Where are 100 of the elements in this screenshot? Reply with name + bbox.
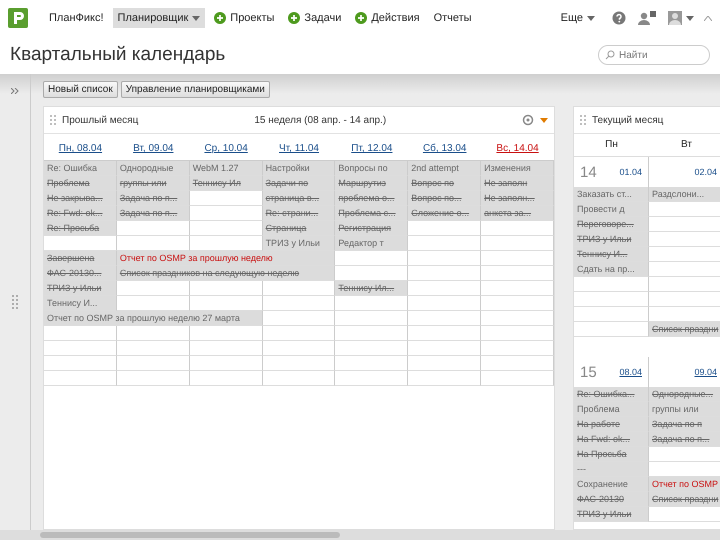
- day-link[interactable]: Вс, 14.04: [496, 143, 539, 154]
- event-cell[interactable]: Список праздников на следующую неделю: [116, 266, 336, 281]
- event-cell[interactable]: Сдать на пр...: [574, 262, 649, 277]
- event-cell[interactable]: ФАС-20130...: [44, 266, 117, 281]
- more-menu[interactable]: Еще: [556, 8, 600, 28]
- nav-link[interactable]: Задачи: [283, 8, 346, 28]
- event-cell[interactable]: Однородные: [116, 161, 190, 176]
- weekday-label: Пн: [574, 134, 649, 157]
- event-cell[interactable]: ТРИЗ у Ильи: [262, 236, 336, 251]
- event-cell[interactable]: Отчет по OSMP: [649, 477, 720, 492]
- event-cell[interactable]: WebM 1.27: [190, 161, 263, 176]
- event-cell[interactable]: Задача по п...: [116, 206, 190, 221]
- panel-title: Текущий месяц: [592, 114, 664, 126]
- day-link[interactable]: Ср, 10.04: [204, 143, 248, 154]
- event-cell[interactable]: Отчет по OSMP за прошлую неделю: [116, 251, 336, 266]
- event-cell[interactable]: ---: [574, 462, 649, 477]
- event-cell[interactable]: страница в...: [262, 191, 336, 206]
- event-cell[interactable]: Проблема с...: [335, 206, 408, 221]
- event-cell[interactable]: Не заполн: [481, 176, 554, 191]
- event-cell[interactable]: Re: Просьба: [44, 221, 117, 236]
- day-link[interactable]: Чт, 11.04: [279, 143, 319, 154]
- settings-icon[interactable]: [522, 114, 534, 126]
- event-cell[interactable]: Теннису Ил: [190, 176, 263, 191]
- event-cell[interactable]: Раздслони...: [649, 187, 720, 202]
- event-cell[interactable]: 2nd attempt: [408, 161, 482, 176]
- date-link[interactable]: 09.04: [694, 367, 717, 377]
- event-cell[interactable]: Список праздни: [649, 322, 720, 337]
- event-cell[interactable]: ТРИЗ у Ильи: [574, 507, 649, 522]
- event-cell[interactable]: группы или: [116, 176, 190, 191]
- nav-dropdown[interactable]: Планировщик: [112, 8, 206, 28]
- event-cell[interactable]: Маршрутиз: [335, 176, 408, 191]
- nav-link[interactable]: ПланФикс!: [44, 8, 109, 28]
- event-cell[interactable]: проблема о...: [335, 191, 408, 206]
- event-cell[interactable]: Отчет по OSMP за прошлую неделю 27 марта: [44, 311, 263, 326]
- event-cell[interactable]: Сохранение: [574, 477, 649, 492]
- date-link[interactable]: 01.04: [619, 167, 642, 177]
- date-link[interactable]: 08.04: [619, 367, 642, 377]
- week-number: 14: [580, 164, 597, 180]
- date-link[interactable]: 02.04: [694, 167, 717, 177]
- toolbar-button[interactable]: Новый список: [43, 80, 118, 98]
- nav-link[interactable]: Отчеты: [428, 8, 477, 28]
- event-cell[interactable]: Теннису И...: [44, 296, 117, 311]
- event-cell[interactable]: Сложение о...: [408, 206, 482, 221]
- event-cell[interactable]: Страница: [262, 221, 336, 236]
- event-cell[interactable]: Регистрация: [335, 221, 408, 236]
- user-icon[interactable]: [638, 11, 656, 25]
- event-cell[interactable]: Теннису Ил...: [335, 281, 408, 296]
- event-cell[interactable]: ФАС-20130: [574, 492, 649, 507]
- caret-icon[interactable]: [686, 16, 694, 20]
- event-cell[interactable]: Теннису И...: [574, 247, 649, 262]
- event-cell[interactable]: ТРИЗ у Ильи: [574, 232, 649, 247]
- event-cell[interactable]: Re: Ошибка: [44, 161, 117, 176]
- event-cell[interactable]: Завершена: [44, 251, 117, 266]
- event-cell[interactable]: Вопросы по: [335, 161, 408, 176]
- scrollbar-thumb[interactable]: [40, 532, 340, 538]
- event-cell[interactable]: Настройки: [262, 161, 336, 176]
- event-cell[interactable]: Не закрыва...: [44, 191, 117, 206]
- event-cell[interactable]: Re: страни...: [262, 206, 336, 221]
- drag-handle-icon[interactable]: [12, 294, 18, 310]
- event-cell[interactable]: Проблема: [44, 176, 117, 191]
- nav-link[interactable]: Действия: [350, 8, 425, 28]
- event-cell[interactable]: Однородные...: [649, 387, 720, 402]
- drag-handle-icon[interactable]: [50, 114, 56, 126]
- caret-icon[interactable]: [540, 118, 548, 122]
- event-cell[interactable]: Проблема: [574, 402, 649, 417]
- help-icon[interactable]: [612, 11, 626, 25]
- event-cell[interactable]: Провести д: [574, 202, 649, 217]
- search-field[interactable]: Найти: [598, 45, 710, 66]
- event-cell[interactable]: Заказать ст...: [574, 187, 649, 202]
- event-cell[interactable]: На работе: [574, 417, 649, 432]
- plus-icon: [214, 12, 226, 24]
- collapse-icon[interactable]: [704, 16, 712, 20]
- event-cell[interactable]: Re: Ошибка...: [574, 387, 649, 402]
- event-cell[interactable]: Переговоре...: [574, 217, 649, 232]
- event-cell[interactable]: Список праздни: [649, 492, 720, 507]
- event-cell[interactable]: Задача по п...: [649, 432, 720, 447]
- event-cell[interactable]: На Просьба: [574, 447, 649, 462]
- day-link[interactable]: Пт, 12.04: [351, 143, 392, 154]
- event-cell[interactable]: Re: Fwd: ok...: [44, 206, 117, 221]
- expand-icon[interactable]: [11, 88, 19, 94]
- event-cell[interactable]: ТРИЗ у Ильи: [44, 281, 117, 296]
- toolbar-button[interactable]: Управление планировщиками: [120, 80, 270, 98]
- event-cell[interactable]: Редактор т: [335, 236, 408, 251]
- event-cell[interactable]: Вопрос по...: [408, 191, 482, 206]
- event-cell[interactable]: Задача по п...: [116, 191, 190, 206]
- event-cell[interactable]: Изменения: [481, 161, 554, 176]
- nav-link[interactable]: Проекты: [209, 8, 280, 28]
- event-cell[interactable]: Задачи по: [262, 176, 336, 191]
- event-cell[interactable]: группы или: [649, 402, 720, 417]
- event-cell[interactable]: Не заполн...: [481, 191, 554, 206]
- event-cell[interactable]: анкета за...: [481, 206, 554, 221]
- day-link[interactable]: Вт, 09.04: [133, 143, 174, 154]
- day-link[interactable]: Сб, 13.04: [422, 143, 466, 154]
- week-number: 15: [580, 364, 597, 380]
- logo-icon[interactable]: [8, 8, 28, 28]
- day-link[interactable]: Пн, 08.04: [58, 143, 102, 154]
- event-cell[interactable]: На Fwd: ok...: [574, 432, 649, 447]
- event-cell[interactable]: Задача по п: [649, 417, 720, 432]
- event-cell[interactable]: Вопрос по: [408, 176, 482, 191]
- drag-handle-icon[interactable]: [580, 114, 586, 126]
